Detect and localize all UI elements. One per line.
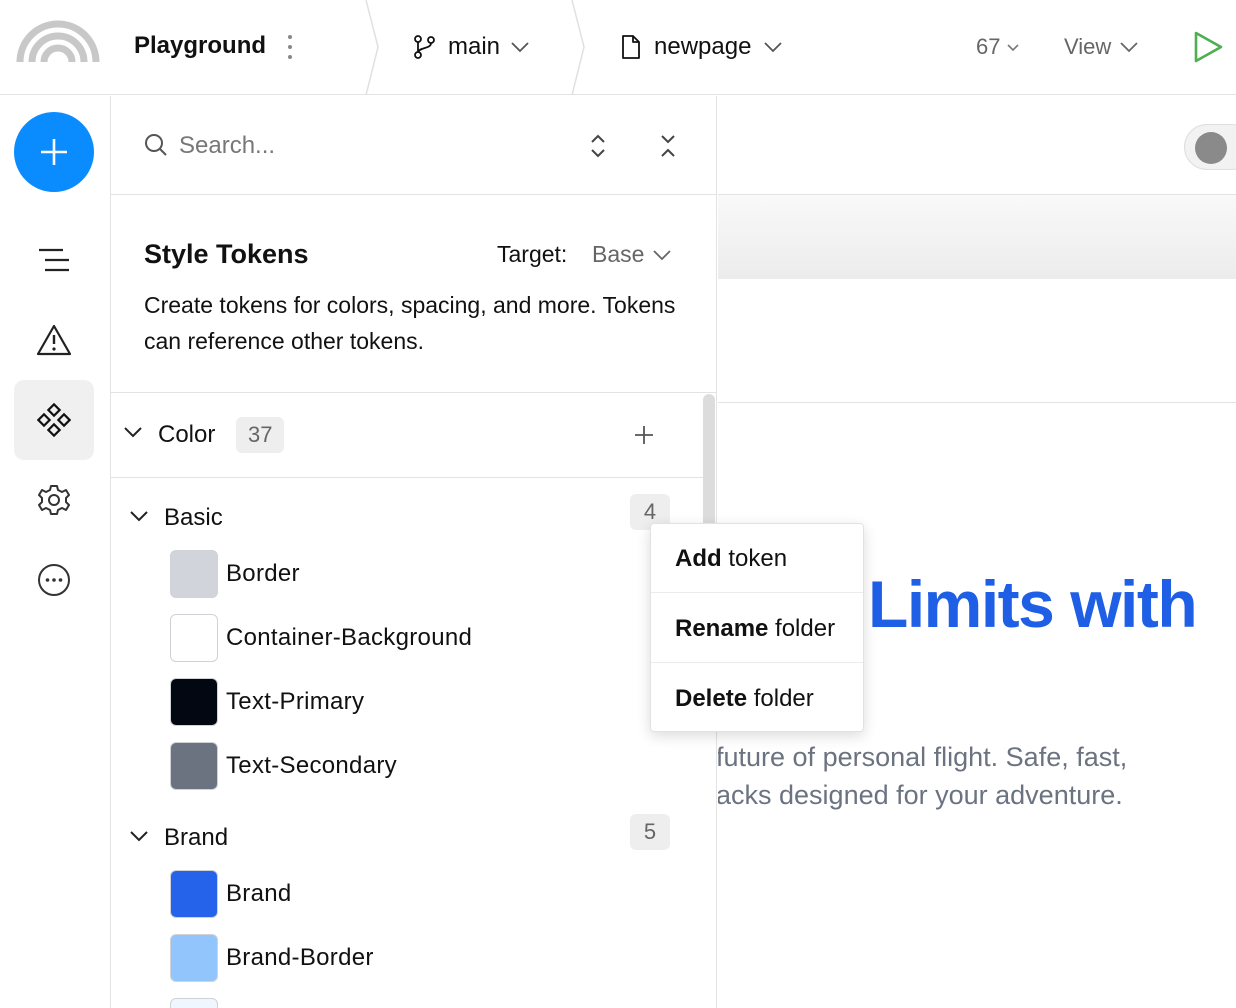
token-group-basic[interactable]: Basic 4	[111, 494, 703, 544]
settings-button[interactable]	[14, 460, 94, 540]
gear-icon	[38, 485, 70, 515]
toggle-knob	[1195, 132, 1227, 164]
chevron-down-icon	[1007, 43, 1020, 51]
token-row[interactable]: Text-Secondary	[111, 742, 703, 792]
search-input[interactable]	[179, 126, 559, 166]
token-label: Text-Primary	[226, 688, 365, 715]
color-count-badge: 37	[236, 417, 285, 453]
page-name: newpage	[654, 33, 752, 60]
group-label: Brand	[164, 824, 229, 851]
panel-description: Create tokens for colors, spacing, and m…	[144, 292, 676, 354]
layers-icon	[39, 248, 69, 272]
target-selector[interactable]: Base	[592, 241, 672, 268]
chevron-down-icon	[511, 42, 529, 53]
updown-icon[interactable]	[587, 132, 609, 160]
components-button[interactable]	[14, 380, 94, 460]
layers-button[interactable]	[14, 220, 94, 300]
view-label: View	[1064, 34, 1112, 59]
collapse-icon[interactable]	[657, 132, 679, 160]
left-rail	[0, 96, 111, 1008]
search-icon	[145, 134, 167, 156]
color-swatch[interactable]	[170, 678, 218, 726]
token-row[interactable]: Brand-Border	[111, 934, 703, 984]
chevron-down-icon[interactable]	[129, 510, 149, 522]
chevron-down-icon	[764, 42, 783, 53]
warnings-button[interactable]	[14, 300, 94, 380]
search-bar	[111, 96, 716, 195]
token-row[interactable]: Border	[111, 550, 703, 600]
token-group-brand[interactable]: Brand 5	[111, 814, 703, 864]
menu-item-label: folder	[747, 685, 814, 712]
token-row[interactable]: Container-Background	[111, 614, 703, 664]
menu-item-label: folder	[768, 615, 836, 642]
token-label: Text-Secondary	[226, 752, 397, 779]
plus-icon	[41, 139, 67, 165]
target-value: Base	[592, 241, 645, 267]
canvas-nav-band	[718, 195, 1236, 279]
menu-item-label-bold: Delete	[675, 685, 748, 712]
color-swatch[interactable]	[170, 934, 218, 982]
hero-subtitle-line[interactable]: acks designed for your adventure.	[718, 780, 1123, 811]
logo-icon[interactable]	[16, 20, 100, 64]
warning-icon	[36, 324, 72, 356]
color-swatch[interactable]	[170, 742, 218, 790]
branch-name: main	[448, 33, 501, 60]
divider	[718, 402, 1236, 403]
group-count-badge: 5	[630, 814, 670, 850]
menu-item-delete-folder[interactable]: Delete folder	[651, 664, 863, 733]
color-swatch[interactable]	[170, 998, 218, 1008]
color-section-header[interactable]: Color 37	[111, 394, 703, 478]
token-label: Brand	[226, 880, 292, 907]
zoom-value: 67	[976, 34, 1001, 59]
token-row[interactable]: Text-Primary	[111, 678, 703, 728]
components-icon	[37, 403, 71, 437]
color-swatch[interactable]	[170, 614, 218, 662]
zoom-selector[interactable]: 67	[976, 30, 1020, 64]
more-button[interactable]	[14, 540, 94, 620]
token-label: Container-Background	[226, 624, 473, 651]
context-menu: Add token Rename folder Delete folder	[650, 523, 864, 732]
canvas-toggle[interactable]	[1184, 124, 1236, 170]
menu-item-label-bold: Rename	[675, 615, 769, 642]
color-swatch[interactable]	[170, 550, 218, 598]
token-row[interactable]	[111, 998, 703, 1008]
breadcrumb-separator	[571, 0, 585, 95]
panel-title: Style Tokens	[144, 239, 309, 269]
project-name[interactable]: Playground	[134, 32, 266, 60]
token-label: Brand-Border	[226, 944, 374, 971]
page-selector[interactable]: newpage	[620, 30, 783, 64]
file-icon	[622, 35, 640, 59]
color-section-label: Color	[158, 421, 216, 448]
target-label: Target:	[497, 241, 568, 267]
menu-item-rename-folder[interactable]: Rename folder	[651, 594, 863, 663]
branch-icon	[414, 35, 435, 59]
branch-selector[interactable]: main	[412, 30, 530, 64]
group-label: Basic	[164, 504, 223, 531]
hero-title[interactable]: Limits with	[868, 566, 1198, 642]
breadcrumb-separator	[365, 0, 379, 95]
chevron-down-icon	[653, 249, 672, 260]
token-label: Border	[226, 560, 300, 587]
token-row[interactable]: Brand	[111, 870, 703, 920]
chevron-down-icon	[1120, 42, 1138, 53]
view-menu[interactable]: View	[1064, 30, 1139, 64]
menu-item-add-token[interactable]: Add token	[651, 524, 863, 593]
menu-item-label-bold: Add	[675, 545, 722, 572]
kebab-icon[interactable]	[280, 30, 300, 64]
scrollbar[interactable]	[703, 394, 715, 529]
top-bar: Playground main newpage 67 View	[0, 0, 1236, 95]
color-swatch[interactable]	[170, 870, 218, 918]
more-icon	[38, 564, 70, 596]
tokens-panel: Style Tokens Target: Base Create tokens …	[111, 96, 717, 1008]
add-button[interactable]	[14, 112, 94, 192]
plus-icon[interactable]	[633, 424, 655, 446]
hero-subtitle-line[interactable]: future of personal flight. Safe, fast,	[718, 742, 1127, 773]
tokens-header: Style Tokens Target: Base Create tokens …	[111, 195, 716, 393]
menu-item-label: token	[721, 545, 788, 572]
play-icon[interactable]	[1190, 28, 1226, 66]
chevron-down-icon[interactable]	[123, 426, 143, 438]
chevron-down-icon[interactable]	[129, 830, 149, 842]
